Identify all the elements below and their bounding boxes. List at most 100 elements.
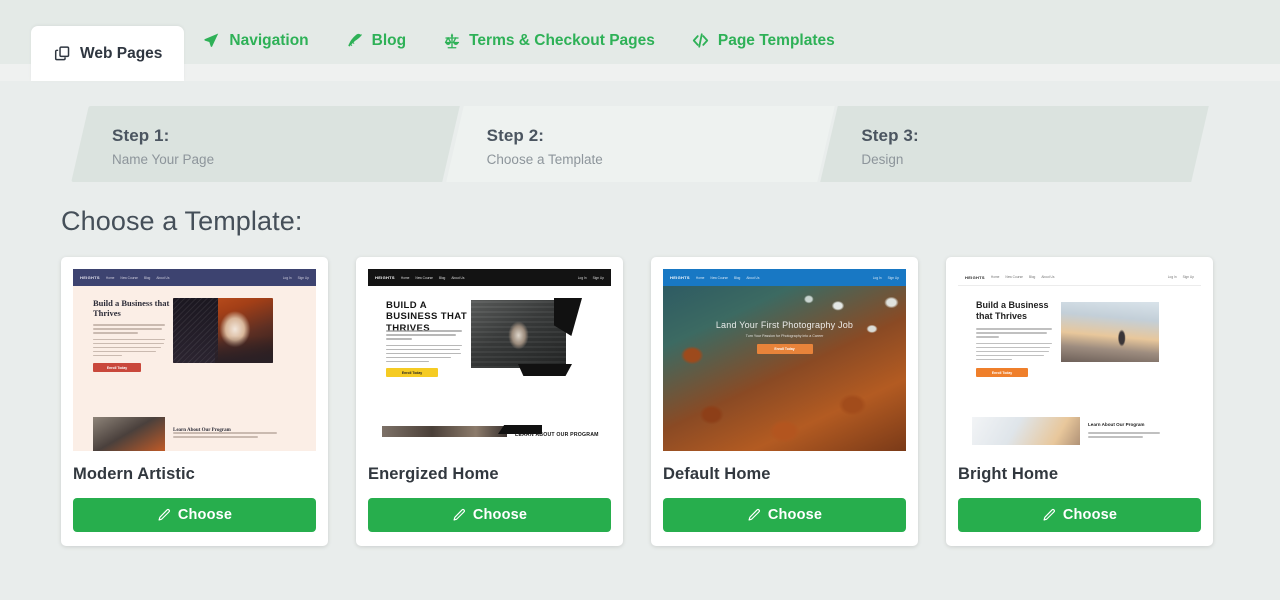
preview-body: BUILD A BUSINESS THAT THRIVES Enroll Tod… (368, 286, 611, 451)
preview-body: Build a Business that Thrives Enroll Tod… (958, 286, 1201, 451)
step-1[interactable]: Step 1: Name Your Page (71, 106, 460, 182)
preview-subheadline: Turn Your Passion for Photography into a… (745, 334, 824, 339)
preview-footer-heading: Learn About Our Program (1088, 422, 1145, 427)
step-2[interactable]: Step 2: Choose a Template (445, 106, 835, 182)
preview-nav-links: Home New Course Blog About Us (401, 276, 465, 280)
template-thumbnail: HEIGHTS Home New Course Blog About Us Lo… (73, 269, 316, 451)
preview-hero: Land Your First Photography Job Turn You… (663, 320, 906, 355)
template-name: Bright Home (958, 465, 1059, 483)
preview-nav-link: About Us (1041, 275, 1055, 279)
feather-icon (345, 31, 364, 50)
preview-logo: HEIGHTS (670, 275, 690, 280)
template-preview-default-home: HEIGHTS Home New Course Blog About Us Lo… (663, 269, 906, 451)
preview-nav-link: New Course (1005, 275, 1023, 279)
preview-nav-link: About Us (746, 275, 760, 280)
preview-nav-link: Home (105, 275, 115, 280)
preview-nav-right: Log In Sign Up (873, 276, 899, 280)
preview-logo: HEIGHTS (965, 274, 985, 280)
template-name: Modern Artistic (73, 465, 195, 483)
preview-cta-button: Enroll Today (756, 344, 813, 355)
preview-login-link: Log In (577, 275, 587, 280)
pencil-icon (452, 508, 466, 522)
preview-nav-link: About Us (156, 275, 170, 280)
choose-button[interactable]: Choose (368, 498, 611, 532)
step-1-title: Step 1: (112, 126, 170, 145)
preview-nav-links: Home New Course Blog About Us (991, 275, 1055, 279)
tab-label: Terms & Checkout Pages (469, 31, 655, 49)
preview-footer-image (382, 426, 507, 437)
preview-navbar: HEIGHTS Home New Course Blog About Us Lo… (368, 269, 611, 286)
step-3[interactable]: Step 3: Design (820, 106, 1209, 182)
preview-nav-link: Blog (438, 275, 446, 280)
template-name: Default Home (663, 465, 771, 483)
preview-cta-button: Enroll Today (93, 363, 141, 372)
page-title: Choose a Template: (61, 206, 303, 236)
preview-nav-link: New Course (710, 275, 728, 280)
preview-footer-lines (173, 432, 277, 440)
preview-nav-link: New Course (415, 275, 433, 280)
pencil-icon (747, 508, 761, 522)
preview-headline: Build a Business that Thrives (93, 298, 170, 318)
preview-nav-link: Blog (733, 275, 741, 280)
preview-body: Build a Business that Thrives Enroll Tod… (73, 286, 316, 451)
choose-button[interactable]: Choose (663, 498, 906, 532)
preview-signup-link: Sign Up (1182, 275, 1194, 279)
choose-button-label: Choose (177, 507, 233, 523)
tab-terms-checkout-pages[interactable]: Terms & Checkout Pages (424, 17, 673, 64)
template-preview-modern-artistic: HEIGHTS Home New Course Blog About Us Lo… (73, 269, 316, 451)
step-progress-bar: Step 1: Name Your Page Step 2: Choose a … (71, 106, 1209, 182)
tab-navigation[interactable]: Navigation (184, 17, 326, 64)
preview-body: Land Your First Photography Job Turn You… (663, 286, 906, 451)
preview-logo: HEIGHTS (80, 275, 100, 280)
preview-login-link: Log In (282, 275, 292, 280)
template-thumbnail: HEIGHTS Home New Course Blog About Us Lo… (958, 269, 1201, 451)
template-card[interactable]: HEIGHTS Home New Course Blog About Us Lo… (651, 257, 918, 546)
tab-label: Blog (371, 31, 407, 49)
preview-navbar: HEIGHTS Home New Course Blog About Us Lo… (958, 269, 1201, 286)
choose-button[interactable]: Choose (958, 498, 1201, 532)
preview-nav-right: Log In Sign Up (283, 276, 309, 280)
tab-web-pages[interactable]: Web Pages (31, 26, 185, 81)
preview-hero-image (471, 300, 566, 368)
template-card[interactable]: HEIGHTS Home New Course Blog About Us Lo… (356, 257, 623, 546)
preview-footer-heading: LEARN ABOUT OUR PROGRAM (515, 432, 599, 438)
preview-login-link: Log In (1167, 275, 1177, 279)
preview-paragraph (976, 328, 1052, 362)
preview-hero-image (173, 298, 273, 363)
template-thumbnail: HEIGHTS Home New Course Blog About Us Lo… (663, 269, 906, 451)
choose-button-label: Choose (1062, 507, 1118, 523)
preview-paragraph (93, 324, 165, 358)
scales-icon (442, 31, 461, 50)
preview-nav-link: New Course (120, 275, 138, 280)
template-grid: HEIGHTS Home New Course Blog About Us Lo… (61, 257, 1280, 546)
preview-headline: Build a Business that Thrives (976, 300, 1049, 321)
preview-nav-links: Home New Course Blog About Us (696, 276, 760, 280)
preview-footer-image (972, 417, 1080, 445)
code-icon (691, 31, 710, 50)
template-thumbnail: HEIGHTS Home New Course Blog About Us Lo… (368, 269, 611, 451)
primary-tab-bar: Web Pages Navigation Blog Terms & Checko… (0, 0, 1280, 81)
choose-button[interactable]: Choose (73, 498, 316, 532)
template-card[interactable]: HEIGHTS Home New Course Blog About Us Lo… (946, 257, 1213, 546)
tab-blog[interactable]: Blog (327, 17, 424, 64)
preview-nav-link: Home (695, 275, 705, 280)
copy-pages-icon (53, 44, 72, 63)
preview-signup-link: Sign Up (297, 275, 309, 280)
tab-page-templates[interactable]: Page Templates (673, 17, 853, 64)
step-2-subtitle: Choose a Template (486, 152, 603, 168)
step-1-subtitle: Name Your Page (112, 152, 215, 168)
step-3-title: Step 3: (861, 126, 919, 145)
preview-decor-shard (518, 364, 572, 376)
preview-nav-right: Log In Sign Up (1168, 275, 1194, 279)
tab-label: Web Pages (80, 44, 163, 62)
template-card[interactable]: HEIGHTS Home New Course Blog About Us Lo… (61, 257, 328, 546)
template-preview-bright-home: HEIGHTS Home New Course Blog About Us Lo… (958, 269, 1201, 451)
preview-navbar: HEIGHTS Home New Course Blog About Us Lo… (663, 269, 906, 286)
preview-paragraph (386, 330, 462, 364)
preview-signup-link: Sign Up (887, 275, 899, 280)
preview-nav-right: Log In Sign Up (578, 276, 604, 280)
template-preview-energized-home: HEIGHTS Home New Course Blog About Us Lo… (368, 269, 611, 451)
preview-login-link: Log In (872, 275, 882, 280)
pencil-icon (1042, 508, 1056, 522)
preview-logo: HEIGHTS (375, 275, 395, 280)
